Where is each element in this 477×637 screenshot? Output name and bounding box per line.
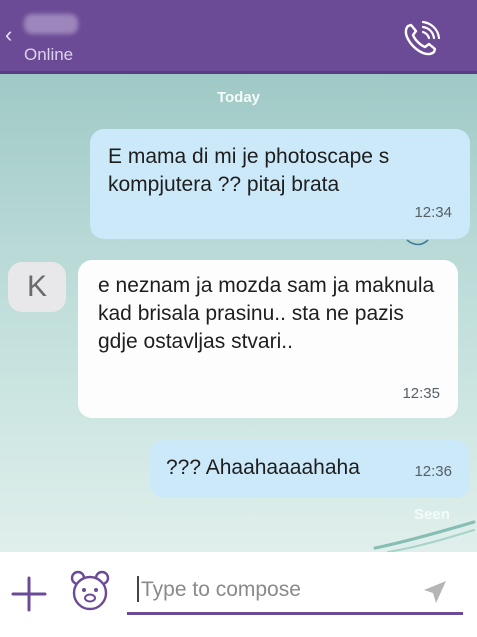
background-swirl	[373, 520, 476, 552]
plus-icon[interactable]	[9, 574, 49, 614]
chat-header: ‹ Online	[0, 0, 477, 74]
tail-decoration	[406, 239, 429, 246]
send-icon[interactable]	[422, 579, 448, 605]
message-time: 12:35	[402, 385, 440, 402]
message-bubble-incoming[interactable]: e neznam ja mozda sam ja maknula kad bri…	[78, 260, 458, 418]
avatar[interactable]: K	[8, 262, 66, 312]
phone-call-icon[interactable]	[398, 18, 442, 62]
message-text: E mama di mi je photoscape s kompjutera …	[108, 145, 390, 196]
text-caret	[137, 576, 139, 602]
message-bubble-outgoing[interactable]: E mama di mi je photoscape s kompjutera …	[90, 129, 470, 239]
message-time: 12:34	[414, 204, 452, 221]
contact-name[interactable]	[24, 14, 78, 34]
contact-status: Online	[24, 45, 74, 64]
chevron-left-icon[interactable]: ‹	[5, 24, 12, 46]
composer-bar	[0, 552, 477, 637]
date-separator: Today	[216, 89, 261, 106]
message-text: e neznam ja mozda sam ja maknula kad bri…	[98, 274, 435, 353]
message-time: 12:36	[414, 463, 452, 480]
compose-field[interactable]	[127, 570, 463, 615]
message-bubble-outgoing[interactable]: ??? Ahaahaaaahaha 12:36	[150, 440, 470, 498]
bear-sticker-icon[interactable]	[68, 568, 112, 612]
compose-input[interactable]	[141, 578, 411, 602]
message-list[interactable]: Today E mama di mi je photoscape s kompj…	[0, 74, 477, 552]
message-text: ??? Ahaahaaaahaha	[166, 456, 360, 479]
